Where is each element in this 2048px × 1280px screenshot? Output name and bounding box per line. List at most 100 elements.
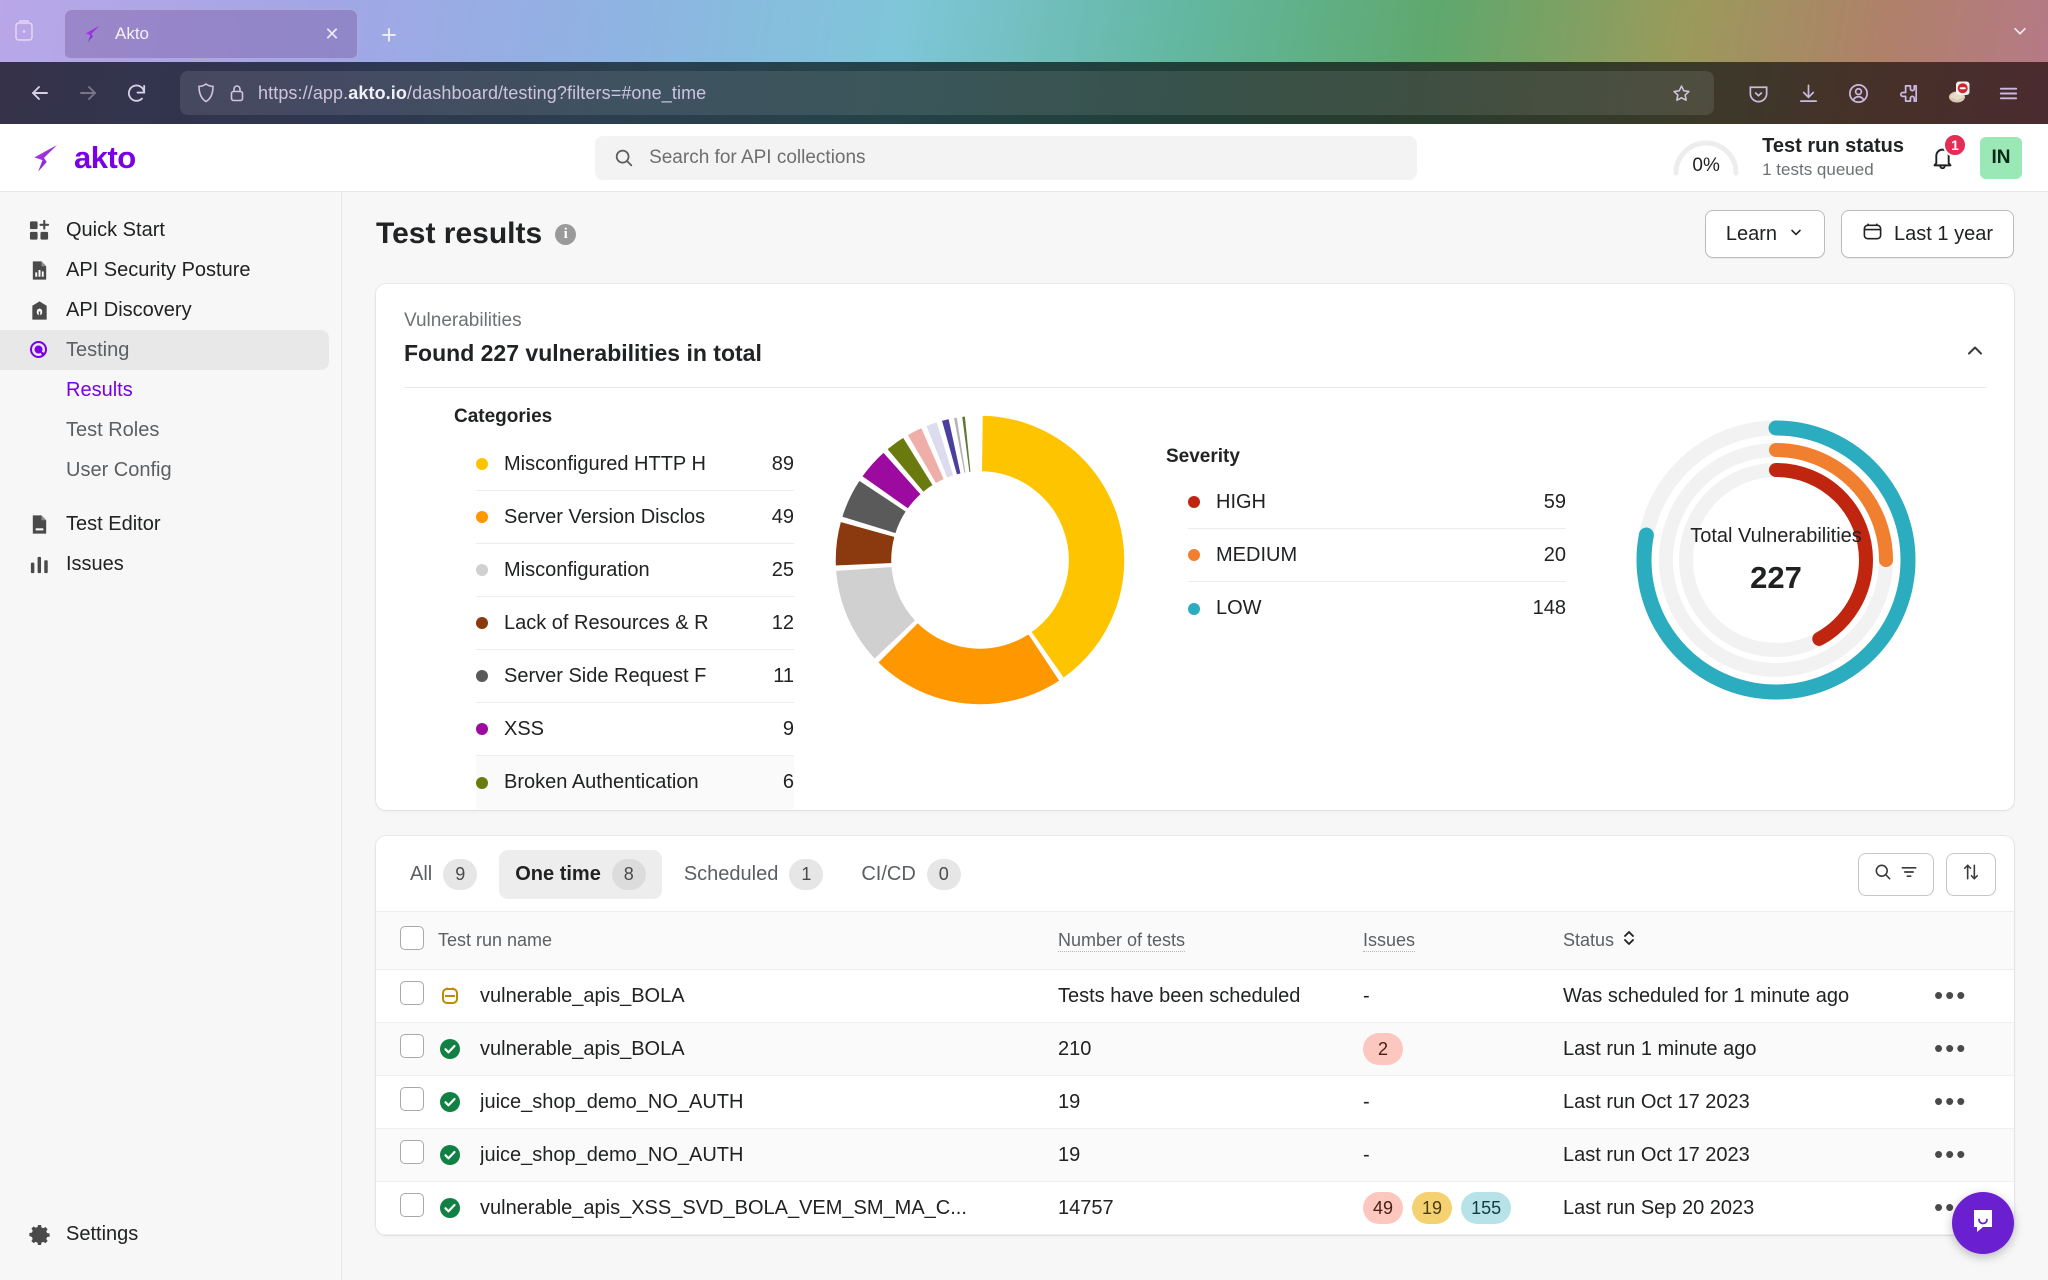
select-all-checkbox[interactable] — [400, 926, 424, 950]
chevron-up-icon[interactable] — [1964, 340, 1986, 367]
sidebar-item-quick-start[interactable]: Quick Start — [0, 210, 329, 250]
new-tab-button[interactable]: + — [370, 16, 408, 54]
row-more-button[interactable]: ••• — [1934, 980, 1967, 1010]
category-label: Server Side Request F — [504, 664, 707, 687]
tab-one-time[interactable]: One time 8 — [499, 850, 662, 899]
avatar[interactable]: IN — [1980, 136, 2022, 179]
row-checkbox[interactable] — [400, 1193, 424, 1217]
star-icon[interactable] — [1664, 83, 1698, 104]
sidebar-item-test-roles[interactable]: Test Roles — [66, 410, 341, 450]
app-logo[interactable]: akto — [0, 140, 342, 176]
legend-dot — [1188, 602, 1200, 615]
extensions-icon[interactable] — [1886, 71, 1930, 115]
sort-caret-icon[interactable] — [1622, 929, 1636, 952]
row-more-button[interactable]: ••• — [1934, 1033, 1967, 1063]
severity-row[interactable]: MEDIUM 20 — [1188, 529, 1566, 582]
total-vulnerabilities-chart[interactable]: Total Vulnerabilities 227 — [1566, 406, 1986, 710]
category-row[interactable]: Misconfiguration 25 — [476, 544, 794, 597]
table-row[interactable]: vulnerable_apis_BOLA Tests have been sch… — [376, 969, 2014, 1023]
row-status-cell: Last run 1 minute ago — [1563, 1022, 1934, 1076]
legend-dot — [1188, 496, 1200, 508]
column-test-run-name[interactable]: Test run name — [438, 911, 1058, 970]
row-actions-cell: ••• — [1934, 969, 2014, 1023]
severity-row[interactable]: HIGH 59 — [1188, 476, 1566, 529]
column-issues[interactable]: Issues — [1363, 911, 1563, 970]
sidebar-item-label: Quick Start — [66, 218, 165, 241]
vulnerabilities-card: Vulnerabilities Found 227 vulnerabilitie… — [376, 284, 2014, 810]
download-icon[interactable] — [1786, 71, 1830, 115]
row-more-button[interactable]: ••• — [1934, 1086, 1967, 1116]
gauge-center: Total Vulnerabilities 227 — [1626, 410, 1926, 710]
back-icon[interactable] — [18, 71, 62, 115]
tab-all[interactable]: All 9 — [394, 850, 493, 899]
search-filter-button[interactable] — [1858, 853, 1934, 896]
sidebar-item-api-discovery[interactable]: API Discovery — [0, 290, 329, 330]
learn-button[interactable]: Learn — [1704, 210, 1826, 258]
global-search-box[interactable] — [595, 135, 1418, 180]
reload-icon[interactable] — [114, 71, 158, 115]
firefox-view-icon[interactable] — [0, 0, 48, 62]
table-row[interactable]: juice_shop_demo_NO_AUTH 19 - Last run Oc… — [376, 1075, 2014, 1129]
pocket-icon[interactable] — [1736, 71, 1780, 115]
category-row[interactable]: Lack of Resources & R 12 — [476, 597, 794, 650]
severity-value: 20 — [1543, 543, 1566, 566]
sidebar-item-settings[interactable]: Settings — [0, 1214, 329, 1254]
intercom-chat-button[interactable] — [1952, 1192, 2014, 1254]
severity-row[interactable]: LOW 148 — [1188, 582, 1566, 635]
sidebar-item-testing[interactable]: Testing — [0, 330, 329, 370]
tab-cicd[interactable]: CI/CD 0 — [845, 850, 976, 899]
sidebar-item-api-security-posture[interactable]: API Security Posture — [0, 250, 329, 290]
browser-tab[interactable]: Akto ✕ — [64, 9, 358, 59]
legend-dot — [476, 670, 488, 682]
row-more-button[interactable]: ••• — [1934, 1139, 1967, 1169]
menu-icon[interactable] — [1986, 71, 2030, 115]
row-checkbox[interactable] — [400, 1140, 424, 1164]
sidebar-item-user-config[interactable]: User Config — [66, 450, 341, 490]
lock-icon[interactable] — [228, 83, 246, 103]
shield-icon[interactable] — [196, 82, 216, 104]
sidebar-item-test-editor[interactable]: Test Editor — [0, 504, 329, 544]
row-issues-cell: 2 — [1363, 1022, 1563, 1076]
notifications-button[interactable]: 1 — [1924, 132, 1967, 176]
search-input[interactable] — [649, 146, 1400, 169]
row-checkbox[interactable] — [400, 1087, 424, 1111]
list-all-tabs-icon[interactable] — [1992, 0, 2048, 62]
addon-icon[interactable] — [1936, 71, 1980, 115]
table-row[interactable]: vulnerable_apis_BOLA 210 2 Last run 1 mi… — [376, 1022, 2014, 1076]
category-row[interactable]: Server Version Disclos 49 — [476, 491, 794, 544]
table-row[interactable]: vulnerable_apis_XSS_SVD_BOLA_VEM_SM_MA_C… — [376, 1181, 2014, 1235]
column-number-of-tests[interactable]: Number of tests — [1058, 911, 1363, 970]
row-issues: - — [1363, 984, 1370, 1007]
forward-icon[interactable] — [66, 71, 110, 115]
testing-icon — [28, 339, 50, 361]
close-icon[interactable]: ✕ — [319, 21, 345, 47]
category-row[interactable]: Misconfigured HTTP H 89 — [476, 438, 794, 491]
category-row[interactable]: Broken Authentication 6 — [476, 756, 794, 809]
column-status[interactable]: Status — [1563, 911, 1934, 970]
category-row[interactable]: Server Side Request F 11 — [476, 650, 794, 703]
row-checkbox[interactable] — [400, 981, 424, 1005]
row-checkbox[interactable] — [400, 1034, 424, 1058]
donut-slice[interactable] — [972, 414, 978, 473]
row-tests-cell: 19 — [1058, 1128, 1363, 1182]
table-row[interactable]: juice_shop_demo_NO_AUTH 19 - Last run Oc… — [376, 1128, 2014, 1182]
url-text[interactable]: https://app.akto.io/dashboard/testing?fi… — [258, 83, 1652, 104]
info-icon[interactable]: i — [555, 223, 577, 245]
issue-badge: 49 — [1363, 1192, 1404, 1224]
row-actions-cell: ••• — [1934, 1022, 2014, 1076]
category-row[interactable]: XSS 9 — [476, 703, 794, 756]
date-range-button[interactable]: Last 1 year — [1841, 210, 2014, 258]
sidebar-item-issues[interactable]: Issues — [0, 544, 329, 584]
account-icon[interactable] — [1836, 71, 1880, 115]
row-actions-cell: ••• — [1934, 1075, 2014, 1129]
search-icon — [1873, 862, 1893, 887]
donut-slice[interactable] — [977, 414, 980, 473]
categories-donut-chart[interactable] — [794, 406, 1166, 710]
donut-slice[interactable] — [980, 414, 1126, 680]
row-name: vulnerable_apis_BOLA — [480, 984, 685, 1007]
url-bar[interactable]: https://app.akto.io/dashboard/testing?fi… — [180, 71, 1714, 115]
sidebar-item-results[interactable]: Results — [66, 370, 341, 410]
sort-button[interactable] — [1946, 853, 1996, 896]
tab-scheduled[interactable]: Scheduled 1 — [668, 850, 840, 899]
test-editor-icon — [28, 513, 50, 535]
